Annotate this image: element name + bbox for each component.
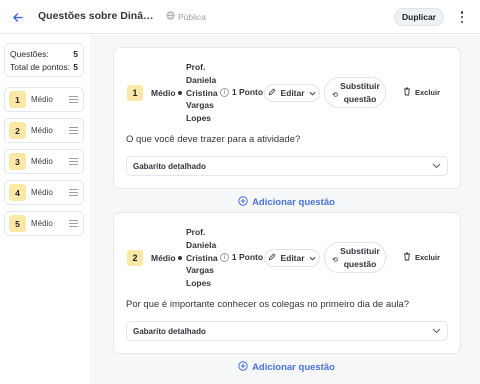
- points-value: 1 Ponto: [231, 87, 264, 97]
- info-icon[interactable]: i: [220, 88, 229, 97]
- separator-dot: [178, 256, 182, 260]
- trash-icon: [403, 87, 411, 98]
- question-number: 3: [9, 153, 26, 170]
- answer-key-dropdown[interactable]: Gabarito detalhado: [126, 156, 448, 176]
- question-number-badge: 1: [127, 85, 143, 101]
- question-card: 2 Médio Prof. Daniela Cristina Vargas Lo…: [113, 212, 461, 354]
- question-prompt: O que você deve trazer para a atividade?: [126, 134, 301, 145]
- visibility-indicator: Pública: [166, 11, 206, 22]
- question-card: 1 Médio Prof. Daniela Cristina Vargas Lo…: [113, 47, 461, 189]
- answer-key-dropdown[interactable]: Gabarito detalhado: [126, 321, 448, 341]
- replace-label: Substituir questão: [340, 246, 380, 269]
- question-number: 4: [9, 184, 26, 201]
- plus-circle-icon: [238, 360, 248, 374]
- question-number: 2: [9, 122, 26, 139]
- pencil-icon: [268, 88, 276, 98]
- add-question-label: Adicionar questão: [252, 196, 335, 208]
- question-level: Médio: [31, 95, 53, 104]
- replace-question-button[interactable]: ⟲ Substituir questão: [324, 242, 386, 273]
- pencil-icon: [268, 253, 276, 263]
- question-level: Médio: [31, 126, 53, 135]
- add-question-label: Adicionar questão: [252, 361, 335, 373]
- drag-handle-icon[interactable]: [69, 220, 78, 227]
- question-prompt: Por que é importante conhecer os colegas…: [126, 299, 410, 310]
- answer-key-label: Gabarito detalhado: [133, 326, 206, 336]
- sidebar-question-item[interactable]: 2 Médio: [4, 118, 84, 143]
- add-question-button[interactable]: Adicionar questão: [93, 195, 480, 209]
- delete-label: Excluir: [415, 88, 441, 97]
- plus-circle-icon: [238, 195, 248, 209]
- trash-icon: [403, 252, 411, 263]
- totals-summary: Questões: 5 Total de pontos: 5: [4, 43, 84, 77]
- delete-button[interactable]: Excluir: [403, 252, 440, 263]
- duplicate-button[interactable]: Duplicar: [394, 8, 444, 26]
- top-bar: Questões sobre Dinâmica de Apresentação …: [0, 0, 480, 34]
- replace-icon: ⟲: [332, 257, 338, 264]
- question-list: 1 Médio Prof. Daniela Cristina Vargas Lo…: [93, 35, 480, 384]
- answer-key-label: Gabarito detalhado: [133, 161, 206, 171]
- drag-handle-icon[interactable]: [69, 96, 78, 103]
- more-options-icon[interactable]: [455, 9, 469, 25]
- author-name: Prof. Daniela Cristina Vargas Lopes: [186, 62, 218, 124]
- separator-dot: [178, 91, 182, 95]
- add-question-button[interactable]: Adicionar questão: [93, 360, 480, 374]
- visibility-label: Pública: [178, 11, 206, 22]
- author-name: Prof. Daniela Cristina Vargas Lopes: [186, 227, 218, 289]
- question-number-badge: 2: [127, 250, 143, 266]
- edit-label: Editar: [280, 253, 305, 263]
- points-value: 1 Ponto: [231, 252, 264, 262]
- drag-handle-icon[interactable]: [69, 127, 78, 134]
- globe-icon: [166, 11, 175, 22]
- questions-label: Questões:: [10, 49, 49, 59]
- difficulty-label: Médio: [151, 88, 176, 98]
- question-sidebar: Questões: 5 Total de pontos: 5 1 Médio 2…: [0, 35, 92, 384]
- sidebar-question-item[interactable]: 4 Médio: [4, 180, 84, 205]
- document-title: Questões sobre Dinâmica de Apresentação: [38, 10, 158, 22]
- replace-label: Substituir questão: [340, 81, 380, 104]
- drag-handle-icon[interactable]: [69, 189, 78, 196]
- chevron-down-icon: [309, 88, 316, 98]
- sidebar-question-item[interactable]: 5 Médio: [4, 211, 84, 236]
- question-level: Médio: [31, 157, 53, 166]
- chevron-down-icon: [432, 327, 441, 336]
- delete-button[interactable]: Excluir: [403, 87, 440, 98]
- replace-question-button[interactable]: ⟲ Substituir questão: [324, 77, 386, 108]
- edit-label: Editar: [280, 88, 305, 98]
- sidebar-question-item[interactable]: 1 Médio: [4, 87, 84, 112]
- replace-icon: ⟲: [332, 92, 338, 99]
- drag-handle-icon[interactable]: [69, 158, 78, 165]
- delete-label: Excluir: [415, 253, 441, 262]
- back-arrow-icon[interactable]: [8, 8, 26, 26]
- info-icon[interactable]: i: [220, 253, 229, 262]
- edit-dropdown-button[interactable]: Editar: [264, 249, 320, 267]
- chevron-down-icon: [309, 253, 316, 263]
- edit-dropdown-button[interactable]: Editar: [264, 84, 320, 102]
- points-count: 5: [73, 62, 78, 72]
- questions-count: 5: [73, 49, 78, 59]
- chevron-down-icon: [432, 162, 441, 171]
- difficulty-label: Médio: [151, 253, 176, 263]
- question-number: 5: [9, 215, 26, 232]
- sidebar-question-item[interactable]: 3 Médio: [4, 149, 84, 174]
- question-level: Médio: [31, 219, 53, 228]
- question-number: 1: [9, 91, 26, 108]
- question-level: Médio: [31, 188, 53, 197]
- points-label: Total de pontos:: [10, 62, 71, 72]
